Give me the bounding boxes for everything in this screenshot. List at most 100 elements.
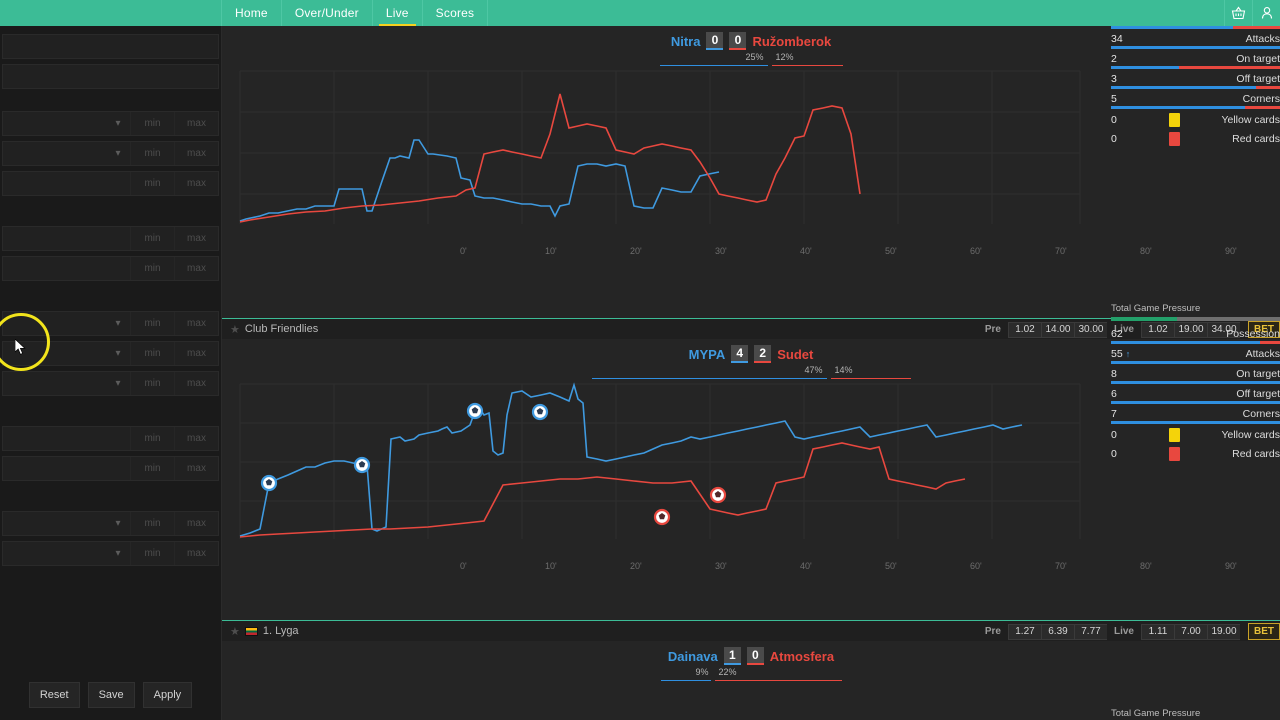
pre-odd-2[interactable]: 30.00 (1073, 321, 1107, 338)
min-input-6[interactable]: min (130, 227, 174, 250)
live-odd-2[interactable]: 19.00 (1207, 623, 1240, 640)
chevron-down-icon[interactable]: ▾ (106, 548, 130, 559)
x-tick: 10' (545, 561, 557, 571)
filter-row-1[interactable] (2, 34, 219, 59)
home-team-name[interactable]: Dainava (668, 649, 718, 664)
chart-grid-1 (239, 70, 1081, 224)
filter-row-8[interactable]: ▾ min max (2, 311, 219, 336)
live-odd-1[interactable]: 1.11 (1141, 623, 1174, 640)
max-input-4[interactable]: max (174, 142, 218, 165)
save-button[interactable]: Save (87, 682, 135, 708)
basket-icon[interactable] (1224, 0, 1252, 26)
max-input-3[interactable]: max (174, 112, 218, 135)
min-input-5[interactable]: min (130, 172, 174, 195)
chevron-down-icon[interactable]: ▾ (106, 348, 130, 359)
apply-button[interactable]: Apply (142, 682, 193, 708)
min-input-13[interactable]: min (130, 512, 174, 535)
chevron-down-icon[interactable]: ▾ (106, 318, 130, 329)
chevron-down-icon[interactable]: ▾ (106, 118, 130, 129)
pressure-chart-1: 0' 10' 20' 30' 40' 50' 60' 70' 80' 90' T… (222, 26, 1280, 256)
min-input-7[interactable]: min (130, 257, 174, 280)
x-tick: 20' (630, 561, 642, 571)
max-input-14[interactable]: max (174, 542, 218, 565)
pre-odd-1[interactable]: 1.27 (1007, 623, 1041, 640)
filter-row-5[interactable]: ▾ min max (2, 171, 219, 196)
away-team-name[interactable]: Atmosfera (770, 649, 834, 664)
home-pressure-pct: 25% (745, 52, 764, 62)
filter-row-13[interactable]: ▾ min max (2, 511, 219, 536)
away-team-name[interactable]: Sudet (777, 347, 813, 362)
stat-possession: 49↑Possession (1105, 26, 1280, 29)
filter-sidebar: ▾ min max ▾ min max ▾ min max ▾ min max … (0, 26, 222, 720)
nav-item-live[interactable]: Live (373, 0, 423, 26)
teams-row-3: Dainava 1 0 Atmosfera (668, 647, 834, 665)
pre-odd-2[interactable]: 7.77 (1073, 623, 1107, 640)
x-tick: 60' (970, 246, 982, 256)
filter-row-11[interactable]: ▾ min max (2, 426, 219, 451)
away-pressure-pct: 12% (775, 52, 794, 62)
favorite-star-icon[interactable]: ★ (230, 625, 240, 638)
min-input-3[interactable]: min (130, 112, 174, 135)
chevron-down-icon[interactable]: ▾ (106, 518, 130, 529)
sidebar-gap-5 (0, 486, 221, 511)
stat-corners: 7 Corners (1105, 407, 1280, 424)
chart-x-axis-1: 0' 10' 20' 30' 40' 50' 60' 70' 80' 90' (460, 246, 1280, 256)
max-input-5[interactable]: max (174, 172, 218, 195)
pre-odd-x[interactable]: 14.00 (1040, 321, 1074, 338)
max-input-10[interactable]: max (174, 372, 218, 395)
total-game-pressure-label: Total Game Pressure (1111, 303, 1201, 314)
stat-value: 0 (1111, 429, 1117, 441)
max-input-11[interactable]: max (174, 427, 218, 450)
filter-row-3[interactable]: ▾ min max (2, 111, 219, 136)
reset-button[interactable]: Reset (28, 682, 80, 708)
pre-odd-x[interactable]: 6.39 (1040, 623, 1074, 640)
min-input-11[interactable]: min (130, 427, 174, 450)
filter-row-10[interactable]: ▾ min max (2, 371, 219, 396)
max-input-13[interactable]: max (174, 512, 218, 535)
max-input-9[interactable]: max (174, 342, 218, 365)
nav-item-scores[interactable]: Scores (423, 0, 489, 26)
stat-label: Red cards (1232, 448, 1280, 460)
filter-row-6[interactable]: ▾ min max (2, 226, 219, 251)
x-tick: 0' (460, 561, 467, 571)
league-name[interactable]: Club Friendlies (245, 323, 318, 335)
bet-button[interactable]: BET (1248, 623, 1280, 640)
filter-row-14[interactable]: ▾ min max (2, 541, 219, 566)
x-tick: 80' (1140, 561, 1152, 571)
min-input-10[interactable]: min (130, 372, 174, 395)
filter-row-7[interactable]: ▾ min max (2, 256, 219, 281)
pre-odd-1[interactable]: 1.02 (1007, 321, 1041, 338)
min-input-4[interactable]: min (130, 142, 174, 165)
stat-value: 0 (1111, 133, 1117, 145)
filter-row-2[interactable] (2, 64, 219, 89)
yellow-card-icon (1168, 428, 1180, 442)
chevron-down-icon[interactable]: ▾ (106, 378, 130, 389)
home-team-name[interactable]: MYPA (689, 347, 726, 362)
filter-row-12[interactable]: ▾ min max (2, 456, 219, 481)
favorite-star-icon[interactable]: ★ (230, 323, 240, 336)
away-team-name[interactable]: Ružomberok (752, 34, 831, 49)
stat-red-cards: 0 Red cards (1105, 131, 1280, 147)
max-input-12[interactable]: max (174, 457, 218, 480)
max-input-6[interactable]: max (174, 227, 218, 250)
home-team-name[interactable]: Nitra (671, 34, 701, 49)
x-tick: 30' (715, 246, 727, 256)
stat-yellow-cards: 0 Yellow cards (1105, 112, 1280, 128)
chevron-down-icon[interactable]: ▾ (106, 148, 130, 159)
nav-item-over-under[interactable]: Over/Under (282, 0, 373, 26)
min-input-9[interactable]: min (130, 342, 174, 365)
filter-row-4[interactable]: ▾ min max (2, 141, 219, 166)
sidebar-gap-1 (0, 94, 221, 111)
league-name[interactable]: 1. Lyga (263, 625, 299, 637)
user-icon[interactable] (1252, 0, 1280, 26)
max-input-7[interactable]: max (174, 257, 218, 280)
max-input-8[interactable]: max (174, 312, 218, 335)
filter-row-9[interactable]: ▾ min max (2, 341, 219, 366)
nav-item-home[interactable]: Home (222, 0, 282, 26)
min-input-8[interactable]: min (130, 312, 174, 335)
min-input-12[interactable]: min (130, 457, 174, 480)
min-input-14[interactable]: min (130, 542, 174, 565)
live-odds-label: Live (1113, 626, 1134, 637)
live-odd-x[interactable]: 7.00 (1174, 623, 1207, 640)
x-tick: 0' (460, 246, 467, 256)
